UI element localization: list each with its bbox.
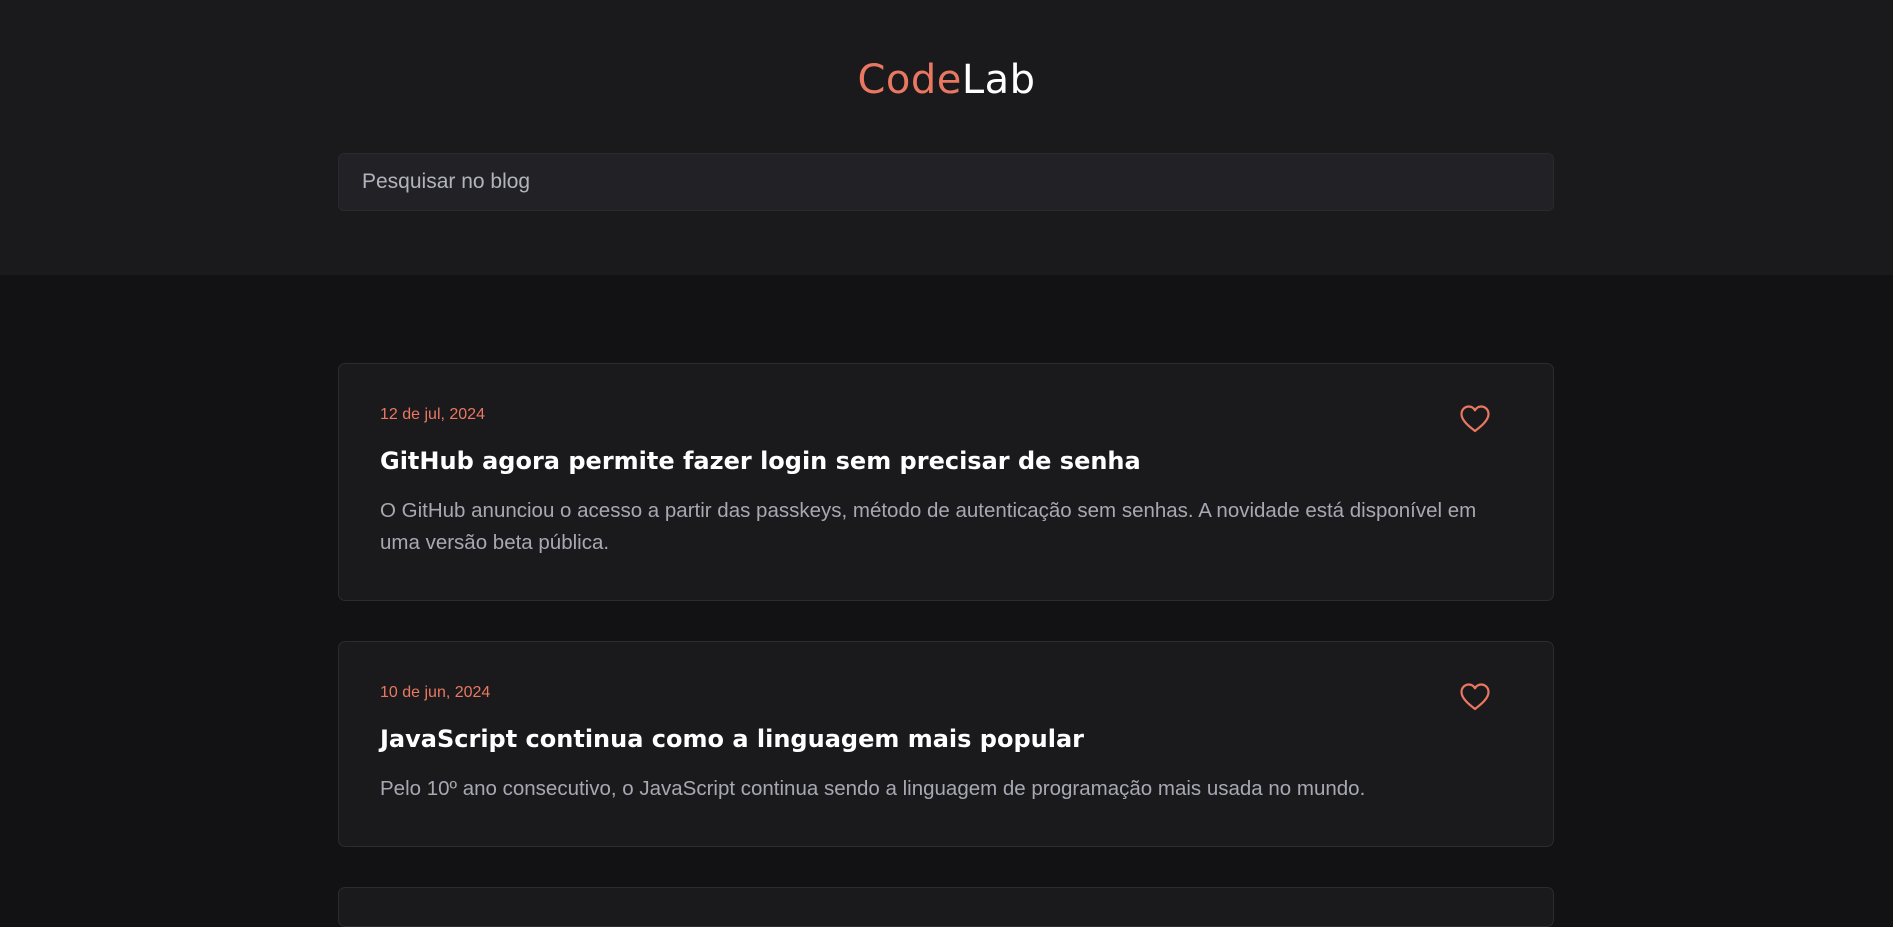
post-card[interactable]: 10 de jun, 2024 JavaScript continua como… — [338, 641, 1554, 847]
heart-icon[interactable] — [1459, 682, 1491, 712]
post-date: 10 de jun, 2024 — [380, 684, 491, 701]
post-date: 12 de jul, 2024 — [380, 406, 485, 423]
post-excerpt: O GitHub anunciou o acesso a partir das … — [380, 499, 1477, 554]
post-title[interactable]: GitHub agora permite fazer login sem pre… — [380, 445, 1141, 477]
logo: CodeLab — [0, 52, 1893, 108]
post-card[interactable]: 12 de jul, 2024 GitHub agora permite faz… — [338, 363, 1554, 601]
post-excerpt: Pelo 10º ano consecutivo, o JavaScript c… — [380, 777, 1366, 800]
logo-code: Code — [857, 57, 962, 103]
page-header: CodeLab — [0, 0, 1893, 275]
post-title[interactable]: JavaScript continua como a linguagem mai… — [380, 723, 1084, 755]
logo-lab: Lab — [961, 57, 1036, 103]
heart-icon[interactable] — [1459, 404, 1491, 434]
search-input[interactable] — [338, 153, 1554, 211]
post-card[interactable] — [338, 887, 1554, 927]
